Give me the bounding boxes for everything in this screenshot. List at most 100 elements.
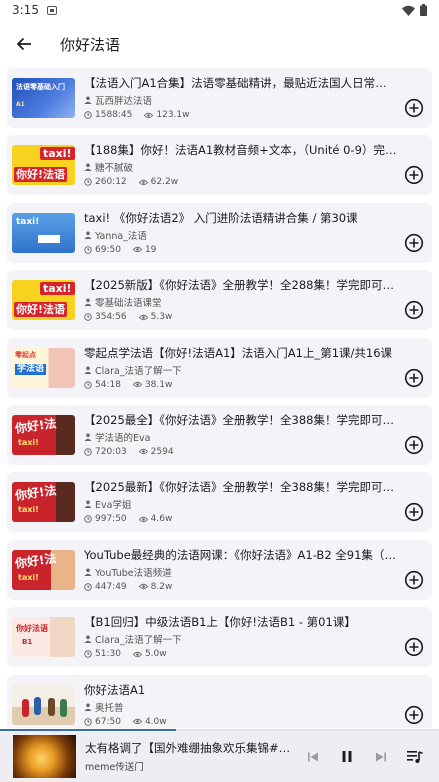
- add-circle-icon: [404, 98, 424, 118]
- video-title: taxi! 《你好法语2》 入门进阶法语精讲合集 / 第30课: [84, 210, 358, 225]
- add-to-playlist-button[interactable]: [404, 368, 424, 388]
- video-card[interactable]: 零起点 学法语 零起点学法语【你好!法语A1】法语入门A1上_第1课/共16课 …: [7, 337, 432, 398]
- video-title: 【B1回归】中级法语B1上【你好!法语B1 - 第01课】: [84, 615, 356, 630]
- pause-button[interactable]: [337, 747, 357, 767]
- add-to-playlist-button[interactable]: [404, 165, 424, 185]
- eye-icon: [132, 247, 142, 253]
- video-duration: 354:56: [95, 312, 127, 323]
- video-views: 5.3w: [150, 312, 173, 323]
- skip-previous-icon: [308, 752, 318, 761]
- add-to-playlist-button[interactable]: [404, 98, 424, 118]
- clock-icon: [84, 380, 92, 389]
- thumbnail-mark: B1: [22, 638, 33, 647]
- thumbnail-mark: taxi!: [18, 505, 39, 515]
- video-title: 你好法语A1: [84, 682, 146, 697]
- add-to-playlist-button[interactable]: [404, 435, 424, 455]
- thumbnail-mark: A1: [16, 101, 25, 108]
- add-circle-icon: [404, 705, 424, 724]
- video-thumbnail: 零起点 学法语: [12, 347, 75, 388]
- skip-next-icon: [376, 752, 386, 761]
- video-views: 4.6w: [150, 514, 173, 525]
- thumbnail-mark: taxi!: [40, 147, 75, 161]
- add-circle-icon: [404, 166, 424, 185]
- status-bar: 3:15: [0, 0, 439, 20]
- user-icon: [84, 96, 92, 104]
- add-circle-icon: [404, 570, 424, 589]
- mini-player[interactable]: 太有格调了【国外难绷抽象欢乐集锦#1… meme传送门: [0, 731, 439, 782]
- add-to-playlist-button[interactable]: [404, 705, 424, 725]
- video-author: 零基础法语课堂: [95, 298, 162, 310]
- add-circle-icon: [404, 503, 424, 522]
- add-to-playlist-button[interactable]: [404, 637, 424, 657]
- video-duration: 67:50: [95, 716, 121, 727]
- notification-icon: [46, 5, 57, 15]
- thumbnail-text: 学法语: [15, 363, 47, 375]
- eye-icon: [138, 516, 148, 523]
- video-title: YouTube最经典的法语网课：《你好法语》A1-B2 全91集（附法…: [84, 547, 398, 562]
- video-card[interactable]: 你好!法 taxi! YouTube最经典的法语网课：《你好法语》A1-B2 全…: [7, 539, 432, 600]
- video-card[interactable]: 你好!法 taxi! 【2025最全】《你好法语》全册教学！全388集！学完即可…: [7, 404, 432, 465]
- video-duration: 51:30: [95, 649, 121, 660]
- clock: 3:15: [12, 3, 39, 17]
- clock-icon: [84, 717, 92, 726]
- user-icon: [84, 298, 92, 307]
- video-duration: 447:49: [95, 581, 127, 592]
- video-views: 62.2w: [150, 177, 179, 188]
- thumbnail-text: 你好法语: [16, 624, 48, 634]
- eye-icon: [132, 651, 142, 657]
- thumbnail-mark: [48, 697, 55, 716]
- add-to-playlist-button[interactable]: [404, 502, 424, 522]
- add-to-playlist-button[interactable]: [404, 233, 424, 253]
- previous-button[interactable]: [303, 747, 323, 767]
- thumbnail-mark: [60, 698, 67, 717]
- thumbnail-mark: 零起点: [15, 350, 36, 359]
- video-author: 瓦西胖达法语: [95, 96, 153, 107]
- video-thumbnail: [12, 684, 75, 725]
- add-to-playlist-button[interactable]: [404, 300, 424, 320]
- clock-icon: [84, 178, 92, 187]
- arrow-back-icon: [16, 37, 31, 51]
- thumbnail-mark: taxi!: [18, 437, 39, 447]
- clock-icon: [84, 582, 92, 591]
- user-icon: [84, 703, 92, 711]
- queue-button[interactable]: [405, 747, 425, 767]
- thumbnail-text: 你好!法语: [14, 167, 68, 183]
- video-thumbnail: 你好!法 taxi!: [12, 414, 75, 455]
- thumbnail-text: 你好!法: [14, 483, 58, 504]
- clock-icon: [84, 448, 92, 456]
- thumbnail-mark: [34, 696, 41, 715]
- video-thumbnail: taxi! 你好!法语: [12, 280, 75, 321]
- video-thumbnail: 你好!法 taxi!: [12, 482, 75, 523]
- user-icon: [84, 231, 92, 239]
- thumbnail-text: taxi!: [16, 216, 40, 227]
- video-duration: 720:03: [95, 446, 127, 457]
- thumbnail-text: 法语零基础入门: [16, 83, 65, 91]
- user-icon: [84, 163, 92, 172]
- add-to-playlist-button[interactable]: [404, 570, 424, 590]
- video-card[interactable]: taxi! 你好!法语 【2025新版】《你好法语》全册教学！全288集！学完即…: [7, 270, 432, 331]
- video-card[interactable]: 你好!法 taxi! 【2025最新】《你好法语》全册教学！全388集！学完即可…: [7, 472, 432, 533]
- back-button[interactable]: [10, 30, 38, 58]
- video-card[interactable]: 法语零基础入门 A1 【法语入门A1合集】法语零基础精讲，最贴近法国人日常生活的…: [7, 68, 432, 128]
- next-button[interactable]: [371, 747, 391, 767]
- video-card[interactable]: taxi! 你好!法语 【188集】你好！法语A1教材音频+文本，（Unité …: [7, 135, 432, 196]
- video-duration: 54:18: [95, 379, 121, 390]
- video-title: 【2025新版】《你好法语》全册教学！全288集！学完即可交流…: [84, 278, 398, 293]
- wifi-icon: [402, 5, 415, 16]
- thumbnail-text: 你好!法语: [14, 302, 68, 318]
- video-views: 8.2w: [150, 581, 173, 592]
- video-thumbnail: 你好法语 B1: [12, 617, 75, 658]
- video-card[interactable]: 你好法语A1 奥托普 67:50 4.0w: [7, 674, 432, 728]
- video-list[interactable]: 法语零基础入门 A1 【法语入门A1合集】法语零基础精讲，最贴近法国人日常生活的…: [7, 68, 432, 728]
- video-author: Yanna_法语: [95, 230, 147, 242]
- video-thumbnail: 法语零基础入门 A1: [12, 78, 75, 118]
- video-card[interactable]: 你好法语 B1 【B1回归】中级法语B1上【你好!法语B1 - 第01课】 Cl…: [7, 607, 432, 668]
- thumbnail-text: 你好!法: [14, 416, 58, 436]
- video-card[interactable]: taxi! taxi! 《你好法语2》 入门进阶法语精讲合集 / 第30课 Ya…: [7, 202, 432, 263]
- video-author: 奥托普: [95, 702, 124, 714]
- now-playing-cover: [13, 735, 76, 778]
- video-title: 【188集】你好！法语A1教材音频+文本，（Unité 0-9）完整版: [84, 143, 398, 158]
- add-circle-icon: [404, 233, 424, 252]
- video-views: 19: [144, 244, 157, 255]
- video-author: Clara_法语了解一下: [95, 365, 182, 377]
